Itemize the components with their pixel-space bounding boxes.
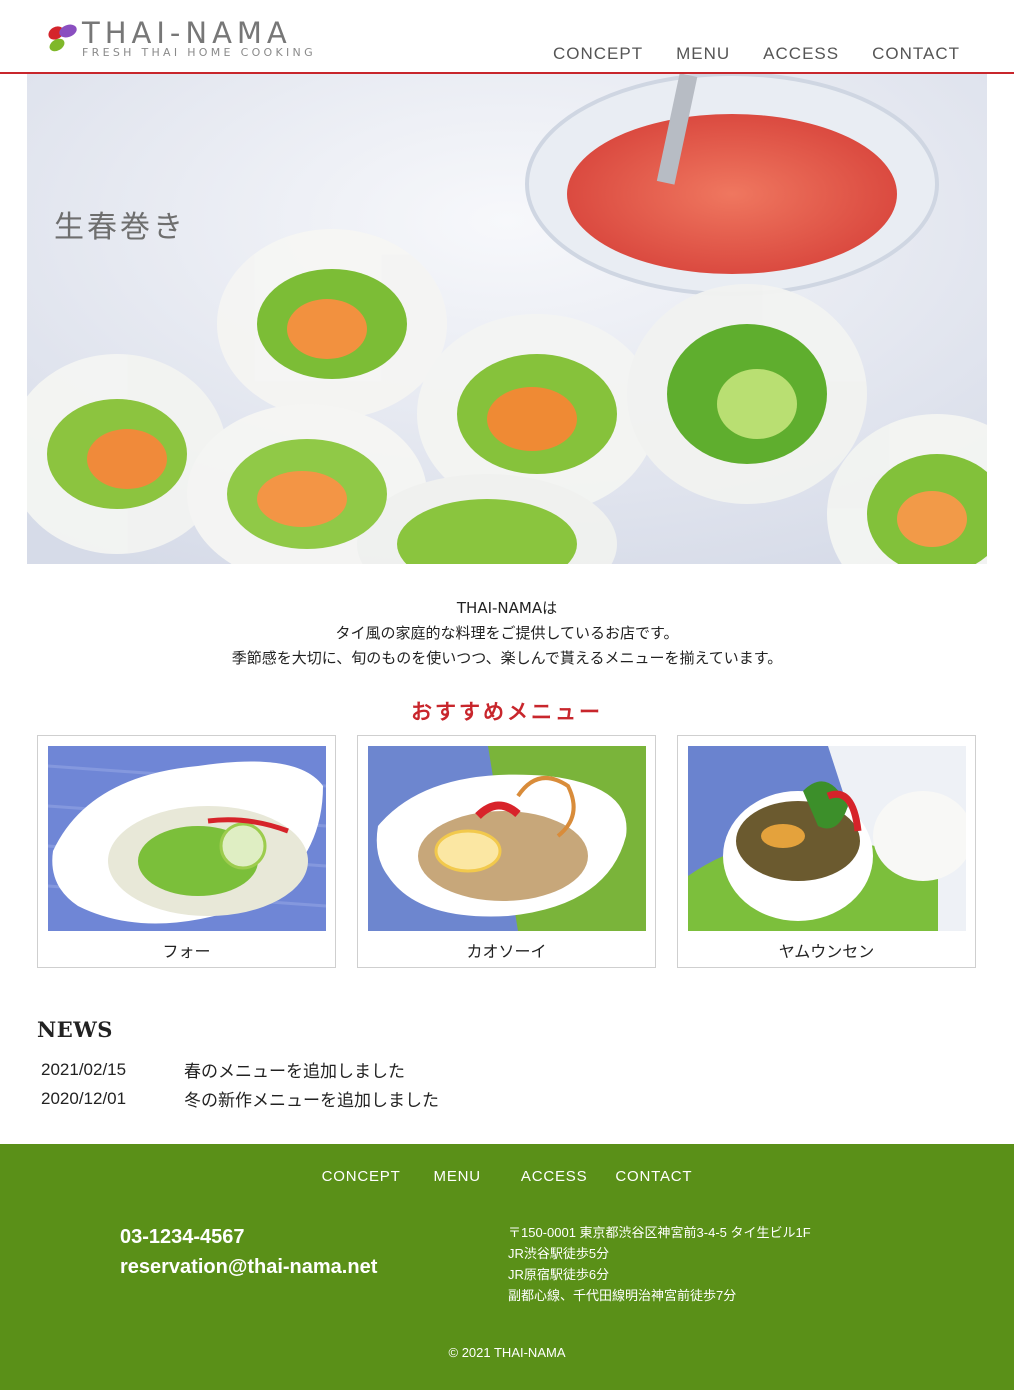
nav-access[interactable]: ACCESS [763,44,839,64]
footer-nav: CONCEPT MENU ACCESS CONTACT [0,1168,1014,1185]
nav-contact[interactable]: CONTACT [872,44,960,64]
brand-name: THAI-NAMA [82,16,292,50]
footer-nav-menu[interactable]: MENU [434,1168,481,1185]
hero-image: 生春巻き [27,74,987,564]
nav-concept[interactable]: CONCEPT [553,44,643,64]
news-date: 2021/02/15 [41,1059,127,1079]
leaf-logo-icon [48,24,77,52]
email-address[interactable]: reservation@thai-nama.net [120,1252,377,1282]
menu-card-label: ヤムウンセン [778,942,875,961]
news-item[interactable]: 2020/12/01 冬の新作メニューを追加しました [41,1084,439,1113]
footer-nav-concept[interactable]: CONCEPT [322,1168,401,1185]
news-date: 2020/12/01 [41,1088,127,1108]
phone-number[interactable]: 03-1234-4567 [120,1222,377,1252]
intro-line: THAI-NAMAは [456,599,558,617]
news-list: 2021/02/15 春のメニューを追加しました 2020/12/01 冬の新作… [41,1055,439,1113]
intro-line: タイ風の家庭的な料理をご提供しているお店です。 [335,624,679,642]
footer-contact: 03-1234-4567 reservation@thai-nama.net [120,1222,377,1282]
site-logo[interactable]: THAI-NAMA FRESH THAI HOME COOKING [46,16,346,66]
site-header: THAI-NAMA FRESH THAI HOME COOKING CONCEP… [0,0,1014,74]
intro-text: THAI-NAMAは タイ風の家庭的な料理をご提供しているお店です。 季節感を大… [0,596,1014,671]
address-line: JR渋谷駅徒歩5分 [508,1246,610,1261]
news-item[interactable]: 2021/02/15 春のメニューを追加しました [41,1055,439,1084]
hero-caption: 生春巻き [54,210,186,245]
footer-nav-access[interactable]: ACCESS [521,1168,588,1185]
brand-tagline: FRESH THAI HOME COOKING [82,46,316,59]
intro-line: 季節感を大切に、旬のものを使いつつ、楽しんで貰えるメニューを揃えています。 [231,649,783,667]
footer-nav-contact[interactable]: CONTACT [615,1168,692,1185]
copyright: © 2021 THAI-NAMA [448,1345,566,1360]
address-line: JR原宿駅徒歩6分 [508,1267,610,1282]
menu-card-khao-soi[interactable]: カオソーイ [357,735,656,968]
footer-address: 〒150-0001 東京都渋谷区神宮前3-4-5 タイ生ビル1F JR渋谷駅徒歩… [508,1222,811,1306]
menu-card-yum-woon-sen[interactable]: ヤムウンセン [677,735,976,968]
address-line: 〒150-0001 東京都渋谷区神宮前3-4-5 タイ生ビル1F [508,1225,811,1240]
address-line: 副都心線、千代田線明治神宮前徒歩7分 [508,1288,737,1303]
menu-card-label: カオソーイ [466,942,547,961]
news-title: NEWS [37,1017,113,1042]
pho-photo [48,746,326,931]
menu-card-pho[interactable]: フォー [37,735,336,968]
site-footer: CONCEPT MENU ACCESS CONTACT 03-1234-4567… [0,1144,1014,1390]
main-nav: CONCEPT MENU ACCESS CONTACT [553,44,960,64]
khao-soi-photo [368,746,646,931]
news-text: 春のメニューを追加しました [184,1062,405,1082]
news-text: 冬の新作メニューを追加しました [184,1091,439,1111]
recommended-menu: フォー カオソーイ ヤムウンセン [37,735,976,968]
menu-card-label: フォー [162,942,211,961]
nav-menu[interactable]: MENU [676,44,730,64]
spring-rolls-photo [27,74,987,564]
yum-woon-sen-photo [688,746,966,931]
recommended-title: おすすめメニュー [411,699,603,724]
